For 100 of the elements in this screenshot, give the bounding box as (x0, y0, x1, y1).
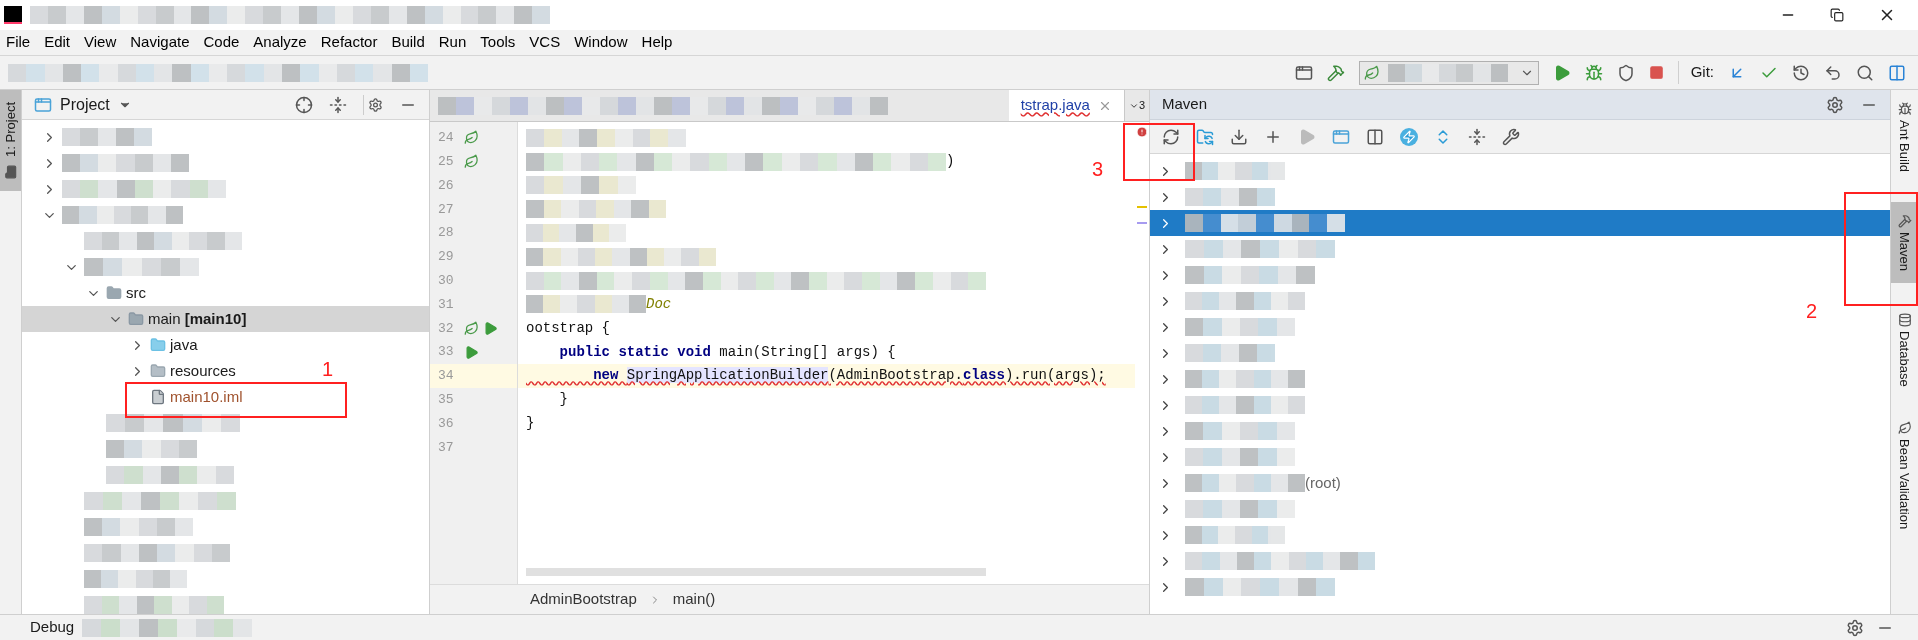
folder-icon (106, 285, 122, 301)
resource-folder-icon (150, 363, 166, 379)
menu-item[interactable]: Window (574, 31, 628, 54)
panel-title: Maven (1162, 94, 1208, 115)
collapse-icon[interactable] (1468, 127, 1486, 146)
tab-label: Bean Validation (1896, 438, 1914, 529)
folder-sync-icon[interactable] (1196, 127, 1214, 146)
leaf-icon[interactable] (464, 154, 479, 170)
menu-item[interactable]: Edit (44, 31, 71, 54)
git-label: Git: (1677, 61, 1714, 84)
module-folder-icon (128, 311, 144, 327)
settings-icon[interactable] (1826, 95, 1844, 114)
status-text: Debug (30, 617, 75, 638)
menu-item[interactable]: Help (641, 31, 673, 54)
menu-item[interactable]: Code (203, 31, 240, 54)
ant-icon (1897, 102, 1912, 116)
line-number: 32 (438, 319, 455, 338)
file-icon (150, 389, 166, 405)
warning-marker[interactable] (1137, 206, 1147, 208)
tab-label: 1: Project (1, 102, 19, 157)
horizontal-scrollbar[interactable] (526, 568, 986, 576)
run-configuration-dropdown[interactable] (1358, 60, 1539, 85)
maven-project-row[interactable] (1150, 210, 1890, 236)
line-number: 33 (438, 343, 455, 362)
menu-item[interactable]: Navigate (130, 31, 190, 54)
menu-item[interactable]: Refactor (320, 31, 378, 54)
history-icon[interactable] (1792, 63, 1810, 82)
line-number: 36 (438, 414, 455, 433)
line-number: 29 (438, 248, 455, 267)
editor-tab[interactable]: tstrap.java (1008, 90, 1124, 121)
code-line: new SpringApplicationBuilder(AdminBootstrap.class).run(args); (592, 366, 1106, 386)
line-number: 25 (438, 152, 455, 171)
leaf-icon[interactable] (464, 130, 479, 146)
tree-item[interactable]: src (22, 280, 150, 306)
tool-window-tab[interactable]: 1: Project (0, 90, 21, 191)
line-number: 34 (438, 367, 455, 386)
tree-item[interactable]: resources (22, 358, 240, 384)
stop-icon[interactable] (1648, 65, 1664, 80)
run-icon[interactable] (464, 344, 479, 360)
folder-icon (3, 164, 18, 179)
tool-window-tab[interactable]: Bean Validation (1891, 416, 1918, 533)
annotation-number: 3 (1092, 157, 1104, 182)
tool-window-tab[interactable]: Database (1891, 309, 1918, 391)
tree-label: java (170, 334, 198, 355)
refresh-icon[interactable] (1162, 127, 1180, 146)
menu-item[interactable]: View (84, 31, 117, 54)
wrench-icon[interactable] (1502, 127, 1520, 146)
settings-icon[interactable] (1846, 618, 1864, 637)
menu-item[interactable]: Run (438, 31, 467, 54)
code-line: public static void main(String[] args) { (558, 342, 896, 362)
source-folder-icon (150, 337, 166, 353)
code-line: } (526, 413, 535, 433)
line-number: 28 (438, 224, 455, 243)
search-icon[interactable] (1856, 63, 1874, 82)
hammer-icon[interactable] (1326, 63, 1345, 82)
download-icon[interactable] (1230, 127, 1248, 146)
tree-item[interactable]: java (22, 332, 202, 358)
restore-icon[interactable] (1830, 8, 1844, 22)
error-icon[interactable] (1136, 126, 1148, 138)
collapse-icon[interactable] (329, 95, 347, 114)
line-number: 31 (438, 295, 455, 314)
line-number: 35 (438, 390, 455, 409)
line-number: 26 (438, 176, 455, 195)
leaf-icon[interactable] (464, 320, 479, 336)
info-marker[interactable] (1137, 222, 1147, 224)
leaf-icon (1363, 64, 1380, 81)
annotation-number: 1 (322, 357, 334, 382)
menu-item[interactable]: Tools (480, 31, 516, 54)
tab-list-button[interactable]: 3 (1123, 90, 1149, 121)
line-number: 27 (438, 200, 455, 219)
run-icon[interactable] (483, 320, 498, 336)
tree-label: resources (170, 360, 236, 381)
menu-item[interactable]: Analyze (253, 31, 307, 54)
tab-count: 3 (1138, 98, 1145, 114)
code-line: } (558, 390, 568, 410)
tab-label: Maven (1896, 232, 1914, 272)
bug-icon[interactable] (1584, 63, 1603, 82)
menu-item[interactable]: Build (391, 31, 425, 54)
tree-label: main10.iml (170, 386, 243, 407)
tree-label: main [main10] (148, 308, 247, 329)
annotation-box (1123, 123, 1195, 181)
crosshair-icon[interactable] (295, 95, 313, 114)
line-number: 37 (438, 438, 455, 457)
lightning-icon[interactable] (1400, 127, 1418, 146)
tool-window-tab[interactable]: Ant Build (1891, 98, 1918, 177)
panel-title[interactable]: Project (60, 92, 110, 117)
tool-window-tab[interactable]: Maven (1891, 202, 1918, 284)
row-label: (root) (1305, 472, 1341, 493)
menu-item[interactable]: File (6, 31, 31, 54)
tab-label: tstrap.java (1020, 95, 1090, 116)
undo-icon[interactable] (1824, 63, 1842, 82)
maven-project-row[interactable]: (root) (1150, 470, 1345, 496)
line-number: 24 (438, 129, 455, 148)
line-number: 30 (438, 271, 455, 290)
breadcrumb[interactable]: AdminBootstrap (530, 588, 637, 611)
tree-item[interactable]: main10.iml (22, 384, 247, 410)
tab-label: Ant Build (1896, 120, 1914, 173)
breadcrumb[interactable]: main() (672, 588, 716, 611)
menu-item[interactable]: VCS (529, 31, 561, 54)
tree-item[interactable]: main [main10] (22, 306, 429, 332)
